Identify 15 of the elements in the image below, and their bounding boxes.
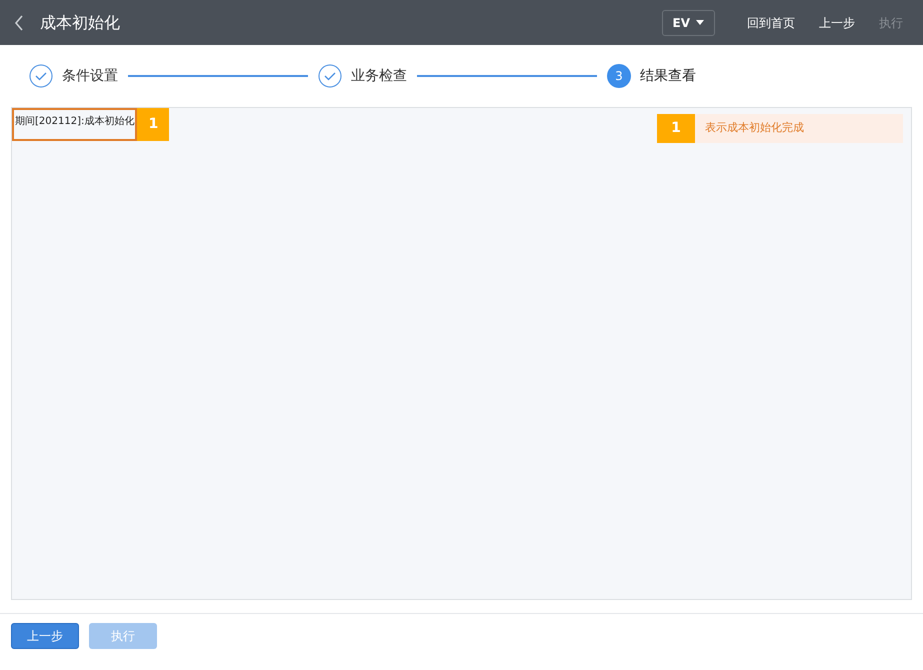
count-badge: 1: [137, 108, 170, 141]
header-action-button[interactable]: 回到首页: [747, 14, 795, 32]
result-item: 期间[202112]:成本初始化: [12, 108, 138, 141]
step-label: 结果查看: [640, 66, 696, 86]
version-dropdown[interactable]: EV: [662, 10, 715, 36]
legend-badge: 1: [657, 114, 695, 143]
step-number: 3: [607, 64, 631, 88]
step-label: 业务检查: [351, 66, 407, 86]
page-title: 成本初始化: [40, 12, 120, 34]
back-icon[interactable]: [14, 14, 24, 30]
step-label: 条件设置: [62, 66, 118, 86]
caret-icon: [696, 20, 704, 25]
legend-text: 表示成本初始化完成: [705, 120, 804, 136]
footer-button[interactable]: 上一步: [11, 623, 79, 649]
header-action-button[interactable]: 上一步: [819, 14, 855, 32]
